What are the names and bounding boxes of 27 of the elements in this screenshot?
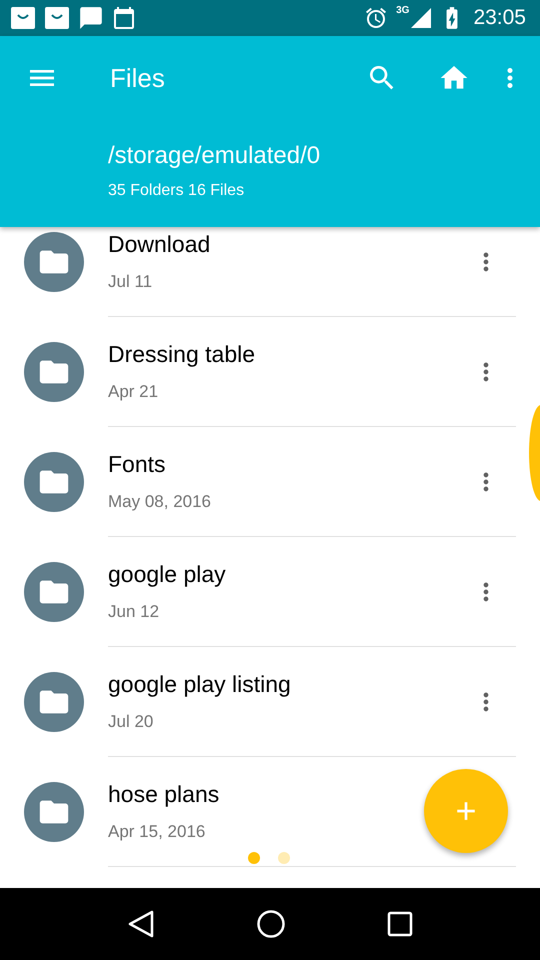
folder-date: Apr 21: [108, 382, 160, 402]
folder-date: May 08, 2016: [108, 492, 212, 512]
folder-date: Jul 20: [108, 712, 154, 732]
page-dot[interactable]: [278, 852, 290, 864]
page-dot[interactable]: [248, 852, 260, 864]
folder-name[interactable]: google play listing: [108, 671, 516, 698]
folder-date: Jul 11: [108, 272, 154, 292]
shopping-bag-icon: [10, 6, 36, 30]
back-icon[interactable]: [126, 909, 155, 939]
shopping-bag-icon: [44, 6, 70, 30]
folder-name[interactable]: Dressing table: [108, 341, 516, 368]
app-title: Files: [110, 62, 166, 94]
network-type: 3G: [396, 5, 410, 16]
calendar-icon: [112, 6, 136, 30]
folder-name[interactable]: Download: [108, 231, 516, 258]
folder-name[interactable]: google play: [108, 561, 516, 588]
clock-time: 23:05: [473, 6, 526, 30]
signal-icon: [411, 8, 432, 28]
recents-icon[interactable]: [387, 911, 414, 937]
home-circle-icon[interactable]: [256, 909, 286, 939]
folder-date: Apr 15, 2016: [108, 822, 206, 842]
folder-name[interactable]: Fonts: [108, 451, 516, 478]
folder-summary: 35 Folders 16 Files: [108, 182, 246, 200]
folder-date: Jun 12: [108, 602, 160, 622]
alarm-icon: [364, 6, 388, 30]
folder-path: /storage/emulated/0: [108, 142, 322, 170]
chat-icon: [78, 5, 104, 31]
